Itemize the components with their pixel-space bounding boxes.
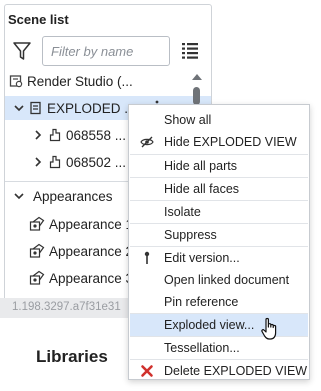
render-studio-icon [9, 75, 23, 88]
libraries-title: Libraries [36, 347, 108, 366]
menu-item-hide-all-parts[interactable]: Hide all parts [130, 155, 308, 177]
filter-icon[interactable] [12, 40, 32, 62]
tree-row-label: EXPLODED ... [47, 100, 136, 116]
appearance-icon [29, 216, 45, 231]
menu-item-show-all[interactable]: Show all [130, 109, 308, 131]
appearance-label: Appearance 1 [49, 216, 134, 232]
hand-pointer-cursor-icon [261, 317, 277, 340]
list-view-icon[interactable] [180, 40, 200, 60]
chevron-right-icon[interactable] [32, 129, 44, 141]
exploded-view-icon [30, 101, 41, 115]
appearance-label: Appearance 2 [49, 243, 134, 259]
appearances-title: Appearances [33, 188, 113, 204]
appearance-icon [29, 243, 45, 258]
context-menu: Show all Hide EXPLODED VIEW Hide all par… [128, 104, 310, 380]
tree-row-label: 068502 ... [66, 154, 127, 170]
chevron-down-icon[interactable] [13, 102, 25, 114]
menu-item-delete-exploded-view[interactable]: Delete EXPLODED VIEW [130, 360, 308, 382]
tree-row-render-studio[interactable]: Render Studio (... [5, 69, 211, 93]
rollback-marker-icon [144, 251, 150, 264]
chevron-right-icon[interactable] [32, 156, 44, 168]
menu-item-edit-version[interactable]: Edit version... [130, 247, 308, 269]
appearance-label: Appearance 3 [49, 270, 134, 286]
delete-x-icon [141, 365, 153, 377]
scrollbar-thumb[interactable] [193, 87, 200, 105]
menu-item-pin-reference[interactable]: Pin reference [130, 291, 308, 313]
menu-item-isolate[interactable]: Isolate [130, 201, 308, 223]
menu-item-tessellation[interactable]: Tessellation... [130, 337, 308, 359]
filter-by-name-input[interactable] [42, 36, 170, 66]
menu-item-exploded-view[interactable]: Exploded view... [130, 314, 308, 336]
menu-item-hide-exploded-view[interactable]: Hide EXPLODED VIEW [130, 131, 308, 153]
part-icon [49, 128, 61, 142]
chevron-down-icon[interactable] [13, 190, 25, 202]
scene-list-title: Scene list [8, 12, 69, 27]
part-icon [49, 155, 61, 169]
version-text: 1.198.3297.a7f31e31 [0, 298, 148, 318]
tree-row-label: 068558 ... [66, 127, 127, 143]
appearance-icon [29, 270, 45, 285]
menu-item-hide-all-faces[interactable]: Hide all faces [130, 178, 308, 200]
scroll-up-arrow-icon[interactable] [190, 72, 204, 82]
tree-row-label: Render Studio (... [27, 73, 133, 89]
menu-item-open-linked-document[interactable]: Open linked document [130, 269, 308, 291]
eye-slash-icon [140, 136, 154, 148]
menu-item-suppress[interactable]: Suppress [130, 224, 308, 246]
